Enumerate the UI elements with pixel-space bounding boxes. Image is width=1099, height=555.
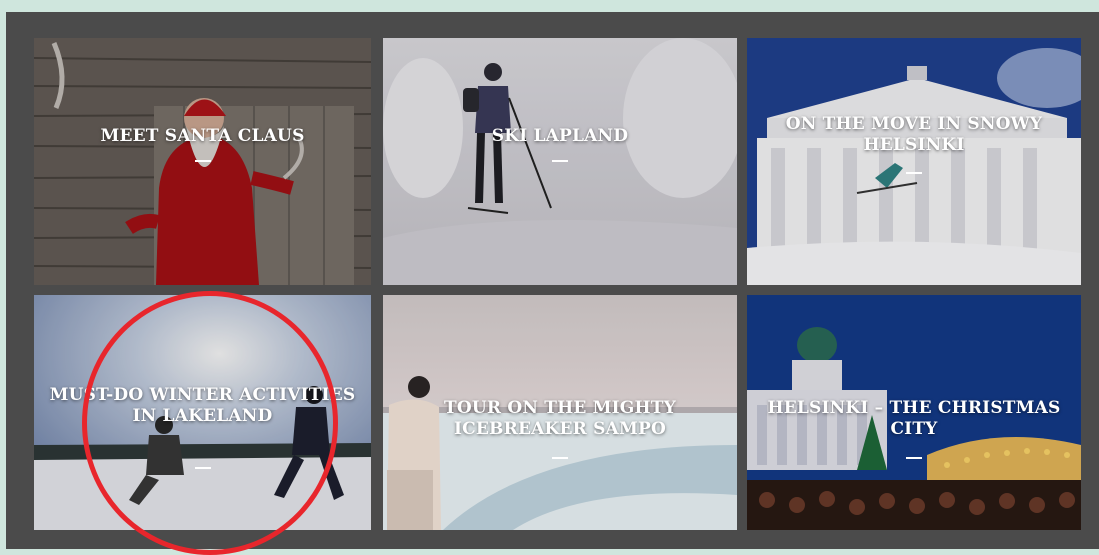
tile-ski-lapland[interactable]: SKI LAPLAND — [383, 38, 737, 285]
tile-icebreaker-sampo[interactable]: TOUR ON THE MIGHTY ICEBREAKER SAMPO — [383, 295, 737, 530]
tile-snowy-helsinki[interactable]: ON THE MOVE IN SNOWY HELSINKI — [747, 38, 1081, 285]
tile-lakeland-activities[interactable]: MUST-DO WINTER ACTIVITIES IN LAKELAND — [34, 295, 371, 530]
tile-title: TOUR ON THE MIGHTY ICEBREAKER SAMPO — [444, 398, 676, 439]
tile-title: ON THE MOVE IN SNOWY HELSINKI — [785, 114, 1043, 155]
tile-overlay — [747, 38, 1081, 285]
tile-title: MEET SANTA CLAUS — [100, 126, 305, 146]
tile-dash — [906, 457, 922, 459]
tile-dash — [194, 160, 211, 162]
tile-dash — [552, 160, 568, 162]
tile-dash — [552, 457, 568, 459]
tile-meet-santa-claus[interactable]: MEET SANTA CLAUS — [34, 38, 371, 285]
tile-dash — [194, 467, 211, 469]
tile-christmas-city[interactable]: HELSINKI – THE CHRISTMAS CITY — [747, 295, 1081, 530]
tile-dash — [906, 172, 922, 174]
tile-title: MUST-DO WINTER ACTIVITIES IN LAKELAND — [49, 385, 356, 426]
tile-title: HELSINKI – THE CHRISTMAS CITY — [767, 398, 1061, 439]
tile-title: SKI LAPLAND — [491, 126, 629, 146]
